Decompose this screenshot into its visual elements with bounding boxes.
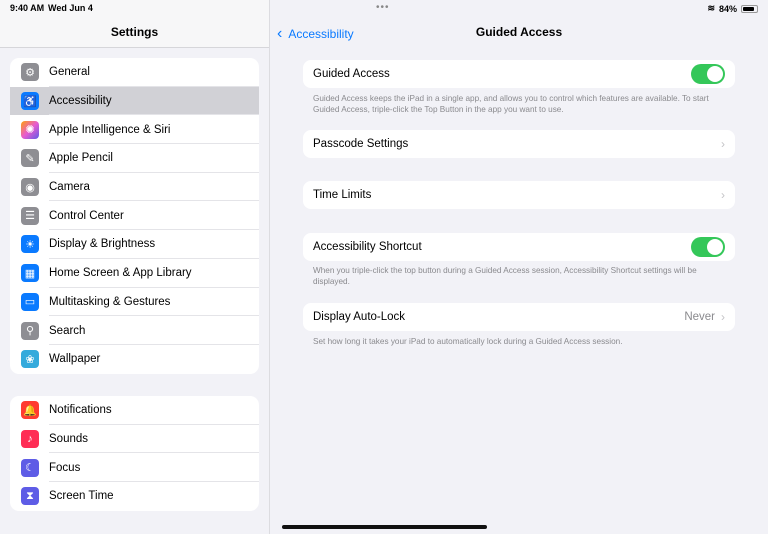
- moon-icon: ☾: [21, 458, 39, 477]
- sidebar-item-screen-time[interactable]: ⧗ Screen Time: [10, 482, 259, 511]
- page-title: Guided Access: [475, 25, 563, 39]
- autolock-label: Display Auto-Lock: [313, 311, 406, 323]
- shortcut-toggle[interactable]: [691, 237, 725, 257]
- accessibility-icon: ♿: [21, 92, 39, 111]
- sidebar-item-home-screen-app-library[interactable]: ▦ Home Screen & App Library: [10, 259, 259, 288]
- sidebar-item-sounds[interactable]: ♪ Sounds: [10, 425, 259, 454]
- sidebar-item-label: Focus: [49, 461, 81, 474]
- autolock-value: Never: [684, 311, 715, 323]
- back-button[interactable]: ‹ Accessibility: [277, 25, 354, 43]
- sidebar-item-label: General: [49, 66, 90, 79]
- sidebar-item-notifications[interactable]: 🔔 Notifications: [10, 396, 259, 425]
- sidebar-item-search[interactable]: ⚲ Search: [10, 316, 259, 345]
- sidebar-item-label: Notifications: [49, 404, 112, 417]
- sidebar-item-multitasking-gestures[interactable]: ▭ Multitasking & Gestures: [10, 288, 259, 317]
- settings-group-1: ⚙ General ♿ Accessibility ✺ Apple Intelligenc…: [10, 58, 259, 374]
- passcode-settings-row[interactable]: Passcode Settings ›: [303, 130, 735, 158]
- bell-icon: 🔔: [21, 401, 39, 420]
- sidebar-item-label: Apple Intelligence & Siri: [49, 123, 171, 136]
- sidebar-item-label: Search: [49, 324, 86, 337]
- sidebar-item-apple-intelligence-siri[interactable]: ✺ Apple Intelligence & Siri: [10, 115, 259, 144]
- time-limits-label: Time Limits: [313, 189, 372, 201]
- sidebar-item-label: Wallpaper: [49, 353, 101, 366]
- sidebar-item-label: Display & Brightness: [49, 238, 156, 251]
- sidebar-item-accessibility[interactable]: ♿ Accessibility: [10, 86, 259, 116]
- multitasking-dots[interactable]: •••: [376, 2, 390, 13]
- shortcut-footer: When you triple-click the top button dur…: [313, 266, 697, 286]
- status-date: Wed Jun 4: [48, 3, 93, 13]
- settings-group-2: 🔔 Notifications ♪ Sounds ☾ Focus ⧗ Screen Time: [10, 396, 259, 511]
- toggles-icon: ☰: [21, 206, 39, 225]
- home-screen-icon: ▦: [21, 264, 39, 283]
- battery-icon: [741, 4, 758, 13]
- sidebar-item-label: Control Center: [49, 209, 124, 222]
- sidebar-item-label: Multitasking & Gestures: [49, 295, 171, 308]
- chevron-right-icon: ›: [721, 137, 725, 151]
- siri-icon: ✺: [21, 120, 39, 139]
- back-label: Accessibility: [288, 27, 354, 41]
- sidebar-item-label: Camera: [49, 181, 90, 194]
- sun-icon: ☀: [21, 235, 39, 254]
- chevron-right-icon: ›: [721, 310, 725, 324]
- chevron-left-icon: ‹: [277, 25, 283, 42]
- sidebar-item-general[interactable]: ⚙ General: [10, 58, 259, 87]
- status-right: ≋ 84%: [707, 3, 758, 14]
- guided-access-label: Guided Access: [313, 68, 390, 80]
- sidebar-item-label: Accessibility: [49, 95, 112, 108]
- wifi-icon: ≋: [707, 3, 715, 13]
- time-limits-row[interactable]: Time Limits ›: [303, 181, 735, 209]
- passcode-label: Passcode Settings: [313, 138, 409, 150]
- sidebar-item-display-brightness[interactable]: ☀ Display & Brightness: [10, 230, 259, 259]
- gear-icon: ⚙: [21, 63, 39, 82]
- sidebar-item-label: Home Screen & App Library: [49, 267, 192, 280]
- sidebar-item-apple-pencil[interactable]: ✎ Apple Pencil: [10, 144, 259, 173]
- status-time: 9:40 AM: [10, 3, 45, 13]
- sidebar-item-label: Sounds: [49, 433, 89, 446]
- sidebar-header: 9:40 AM Wed Jun 4 Settings: [0, 0, 269, 48]
- sidebar-item-focus[interactable]: ☾ Focus: [10, 453, 259, 482]
- camera-icon: ◉: [21, 178, 39, 197]
- multitasking-icon: ▭: [21, 292, 39, 311]
- search-icon: ⚲: [21, 321, 39, 340]
- shortcut-label: Accessibility Shortcut: [313, 241, 422, 253]
- autolock-footer: Set how long it takes your iPad to autom…: [313, 337, 623, 346]
- sidebar-item-label: Screen Time: [49, 490, 114, 503]
- sidebar: 9:40 AM Wed Jun 4 Settings ⚙ General ♿ Acce…: [0, 0, 270, 534]
- guided-access-footer: Guided Access keeps the iPad in a single…: [313, 94, 709, 114]
- guided-access-row: Guided Access: [303, 60, 735, 88]
- display-auto-lock-row[interactable]: Display Auto-Lock Never ›: [303, 303, 735, 331]
- sidebar-item-wallpaper[interactable]: ❀ Wallpaper: [10, 345, 259, 374]
- hourglass-icon: ⧗: [21, 487, 39, 506]
- sidebar-title: Settings: [110, 25, 159, 39]
- pencil-icon: ✎: [21, 149, 39, 168]
- sidebar-item-label: Apple Pencil: [49, 152, 113, 165]
- sidebar-item-control-center[interactable]: ☰ Control Center: [10, 201, 259, 230]
- wallpaper-icon: ❀: [21, 350, 39, 369]
- guided-access-toggle[interactable]: [691, 64, 725, 84]
- battery-percent: 84%: [718, 3, 737, 14]
- home-indicator[interactable]: [282, 525, 487, 529]
- accessibility-shortcut-row: Accessibility Shortcut: [303, 233, 735, 261]
- sidebar-item-camera[interactable]: ◉ Camera: [10, 173, 259, 202]
- chevron-right-icon: ›: [721, 188, 725, 202]
- speaker-icon: ♪: [21, 430, 39, 449]
